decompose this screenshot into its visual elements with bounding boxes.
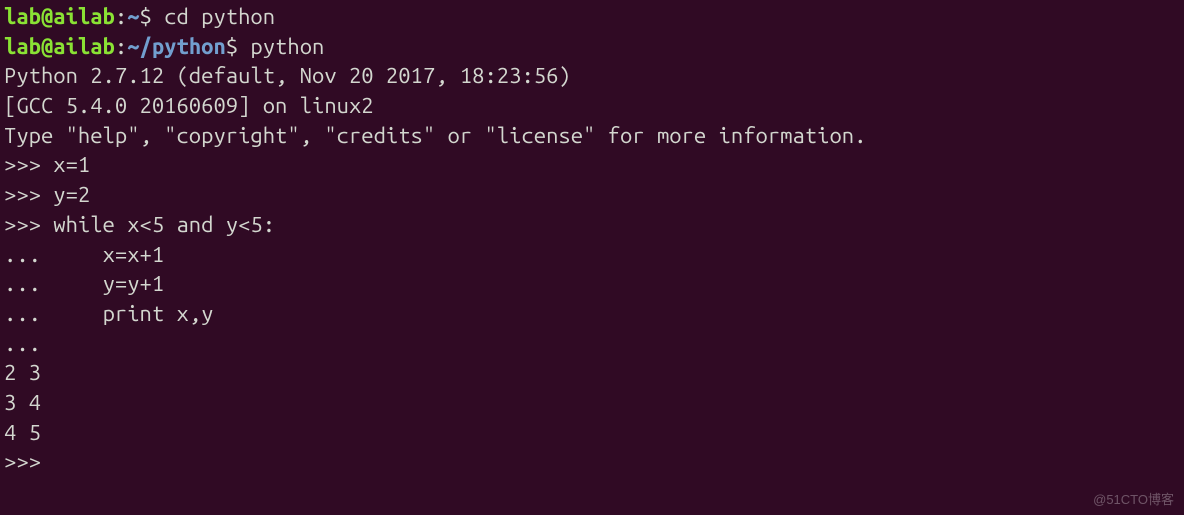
repl-line[interactable]: >>> x=1 [4, 150, 1180, 180]
repl-prompt: >>> [4, 212, 53, 237]
repl-line[interactable]: ... y=y+1 [4, 269, 1180, 299]
path: ~/python [127, 34, 226, 59]
repl-input: while x<5 and y<5: [53, 212, 275, 237]
dollar-prompt: $ [140, 4, 165, 29]
output-line: 3 4 [4, 388, 1180, 418]
help-line: Type "help", "copyright", "credits" or "… [4, 121, 1180, 151]
repl-continuation-prompt: ... [4, 242, 103, 267]
dollar-prompt: $ [226, 34, 251, 59]
terminal-line[interactable]: lab@ailab:~$ cd python [4, 2, 1180, 32]
repl-prompt: >>> [4, 182, 53, 207]
watermark: @51CTO博客 [1093, 491, 1174, 509]
repl-line[interactable]: >>> while x<5 and y<5: [4, 210, 1180, 240]
repl-continuation-prompt: ... [4, 301, 103, 326]
repl-input: y=y+1 [103, 271, 165, 296]
repl-continuation-prompt: ... [4, 271, 103, 296]
repl-line[interactable]: ... x=x+1 [4, 240, 1180, 270]
python-version-line: Python 2.7.12 (default, Nov 20 2017, 18:… [4, 61, 1180, 91]
user-host: lab@ailab [4, 4, 115, 29]
repl-input: print x,y [103, 301, 214, 326]
command-text: python [250, 34, 324, 59]
repl-prompt: >>> [4, 152, 53, 177]
colon: : [115, 34, 127, 59]
repl-line[interactable]: ... print x,y [4, 299, 1180, 329]
repl-prompt[interactable]: >>> [4, 447, 1180, 477]
repl-input: x=x+1 [103, 242, 165, 267]
terminal-line[interactable]: lab@ailab:~/python$ python [4, 32, 1180, 62]
user-host: lab@ailab [4, 34, 115, 59]
output-line: 2 3 [4, 358, 1180, 388]
command-text: cd python [164, 4, 275, 29]
colon: : [115, 4, 127, 29]
gcc-line: [GCC 5.4.0 20160609] on linux2 [4, 91, 1180, 121]
repl-continuation-prompt: ... [4, 329, 1180, 359]
repl-line[interactable]: >>> y=2 [4, 180, 1180, 210]
path: ~ [127, 4, 139, 29]
repl-input: y=2 [53, 182, 90, 207]
output-line: 4 5 [4, 418, 1180, 448]
repl-input: x=1 [53, 152, 90, 177]
